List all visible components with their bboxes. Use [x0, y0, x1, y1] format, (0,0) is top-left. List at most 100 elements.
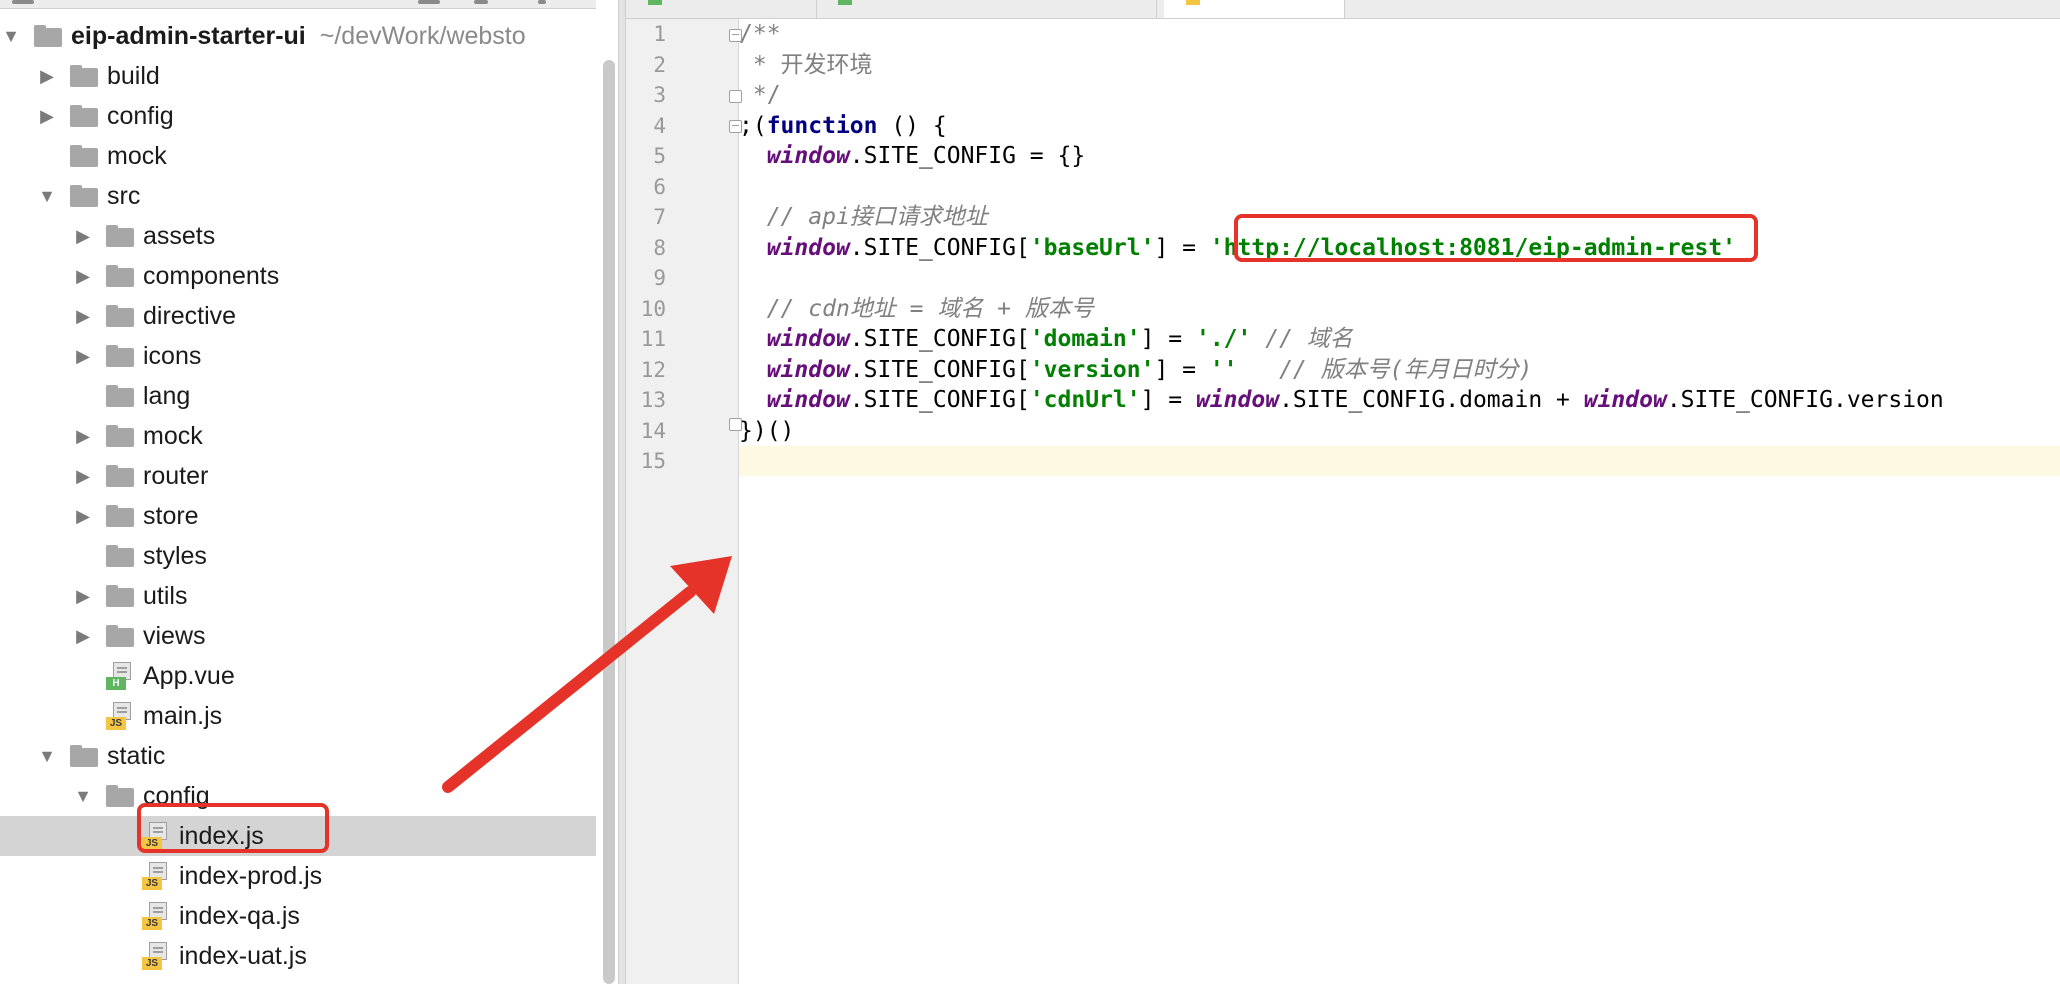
code-line[interactable]: */ [739, 80, 2060, 110]
locate-file-icon[interactable] [418, 0, 440, 4]
code-line[interactable] [739, 446, 2060, 476]
expand-arrow-right-icon[interactable]: ▶ [72, 465, 94, 487]
tree-row-lang[interactable]: ▶lang [0, 376, 596, 416]
tree-row-components[interactable]: ▶ components [0, 256, 596, 296]
tree-row-styles[interactable]: ▶styles [0, 536, 596, 576]
tree-row-static[interactable]: ▼ static [0, 736, 596, 776]
code-line[interactable]: * 开发环境 [739, 50, 2060, 80]
line-number: 3 [653, 83, 666, 107]
settings-icon[interactable] [538, 0, 546, 4]
project-view-icon[interactable] [12, 0, 34, 4]
editor-tab-index-js[interactable] [1164, 0, 1345, 18]
code-line[interactable]: window.SITE_CONFIG = {} [739, 141, 2060, 171]
code-token: // api接口请求地址 [766, 204, 988, 230]
code-line[interactable]: // cdn地址 = 域名 + 版本号 [739, 294, 2060, 324]
tree-row-build[interactable]: ▶ build [0, 56, 596, 96]
expand-arrow-right-icon[interactable]: ▶ [72, 345, 94, 367]
folder-icon [106, 385, 134, 407]
code-token: 'domain' [1029, 326, 1141, 352]
code-token: // 版本号(年月日时分) [1279, 356, 1533, 383]
tree-item-label: index-uat.js [179, 941, 307, 970]
tree-row-config[interactable]: ▶ config [0, 96, 596, 136]
tree-row-index-qa-js[interactable]: ▶JSindex-qa.js [0, 896, 596, 936]
code-token: window [1195, 387, 1280, 413]
code-line[interactable]: ;(function () { [739, 111, 2060, 141]
tree-row-router[interactable]: ▶ router [0, 456, 596, 496]
tree-row-app-vue[interactable]: ▶HApp.vue [0, 656, 596, 696]
tree-item-label: App.vue [143, 661, 235, 690]
editor-tab-vue-2[interactable] [816, 0, 1157, 18]
code-token: 'cdnUrl' [1029, 387, 1141, 413]
code-line[interactable]: window.SITE_CONFIG['cdnUrl'] = window.SI… [739, 385, 2060, 415]
code-token: .SITE_CONFIG[ [849, 387, 1030, 413]
expand-arrow-right-icon[interactable]: ▶ [72, 625, 94, 647]
expand-arrow-right-icon[interactable]: ▶ [72, 265, 94, 287]
collapse-all-icon[interactable] [474, 0, 488, 4]
folder-icon [70, 745, 98, 767]
code-line[interactable] [739, 172, 2060, 202]
expand-arrow-down-icon[interactable]: ▼ [36, 745, 58, 767]
editor-tab-bar [626, 0, 2060, 19]
tree-root-row[interactable]: ▼ eip-admin-starter-ui ~/devWork/websto [0, 16, 596, 56]
folder-icon [106, 625, 134, 647]
tree-row-utils[interactable]: ▶ utils [0, 576, 596, 616]
fold-end-icon[interactable] [729, 418, 742, 431]
expand-arrow-right-icon[interactable]: ▶ [36, 105, 58, 127]
tree-row-main-js[interactable]: ▶JSmain.js [0, 696, 596, 736]
expand-arrow-right-icon[interactable]: ▶ [72, 585, 94, 607]
line-number: 15 [640, 449, 666, 473]
code-token: ] = [1154, 356, 1210, 383]
expand-arrow-right-icon[interactable]: ▶ [72, 305, 94, 327]
tree-row-store[interactable]: ▶ store [0, 496, 596, 536]
code-token: })() [739, 417, 795, 444]
code-line[interactable]: })() [739, 416, 2060, 446]
tree-row-index-uat-js[interactable]: ▶JSindex-uat.js [0, 936, 596, 976]
tree-row-mock[interactable]: ▶mock [0, 416, 596, 456]
fold-toggle-icon[interactable] [729, 120, 742, 133]
folder-icon [70, 185, 98, 207]
panel-divider[interactable] [618, 0, 626, 984]
fold-end-icon[interactable] [729, 90, 742, 103]
code-token: ;( [739, 112, 767, 139]
code-token: .SITE_CONFIG[ [849, 326, 1030, 352]
tree-row-directive[interactable]: ▶ directive [0, 296, 596, 336]
tree-row-assets[interactable]: ▶ assets [0, 216, 596, 256]
tree-row-icons[interactable]: ▶ icons [0, 336, 596, 376]
tree-scrollbar[interactable] [603, 60, 615, 984]
folder-icon [106, 465, 134, 487]
expand-arrow-down-icon[interactable]: ▼ [36, 185, 58, 207]
editor-tab-vue-1[interactable] [626, 0, 817, 18]
tree-item-label: lang [143, 381, 191, 410]
code-token: * 开发环境 [739, 51, 873, 78]
code-line[interactable]: /** [739, 19, 2060, 49]
code-line[interactable]: window.SITE_CONFIG['domain'] = './' // 域… [739, 324, 2060, 354]
tree-row-mock[interactable]: ▶mock [0, 136, 596, 176]
folder-icon [34, 25, 62, 47]
code-token: './' [1195, 326, 1252, 352]
expand-arrow-right-icon[interactable]: ▶ [72, 425, 94, 447]
code-line[interactable] [739, 263, 2060, 293]
expand-arrow-down-icon[interactable]: ▼ [72, 785, 94, 807]
expand-arrow-right-icon[interactable]: ▶ [72, 225, 94, 247]
code-token: () { [877, 112, 947, 139]
vue-file-icon [648, 0, 662, 5]
tree-item-label: config [107, 101, 174, 130]
code-area[interactable]: /** * 开发环境 */;(function () { window.SITE… [739, 19, 2060, 984]
tree-row-index-prod-js[interactable]: ▶JSindex-prod.js [0, 856, 596, 896]
fold-toggle-icon[interactable] [729, 29, 742, 42]
expand-arrow-right-icon[interactable]: ▶ [36, 65, 58, 87]
tree-row-src[interactable]: ▼ src [0, 176, 596, 216]
expand-arrow-right-icon[interactable]: ▶ [72, 505, 94, 527]
tree-row-views[interactable]: ▶ views [0, 616, 596, 656]
expand-arrow-down-icon[interactable]: ▼ [0, 25, 22, 47]
code-line[interactable]: window.SITE_CONFIG['version'] = '' // 版本… [739, 355, 2060, 385]
tree-item-label: build [107, 61, 160, 90]
tree-item-label: components [143, 261, 280, 290]
